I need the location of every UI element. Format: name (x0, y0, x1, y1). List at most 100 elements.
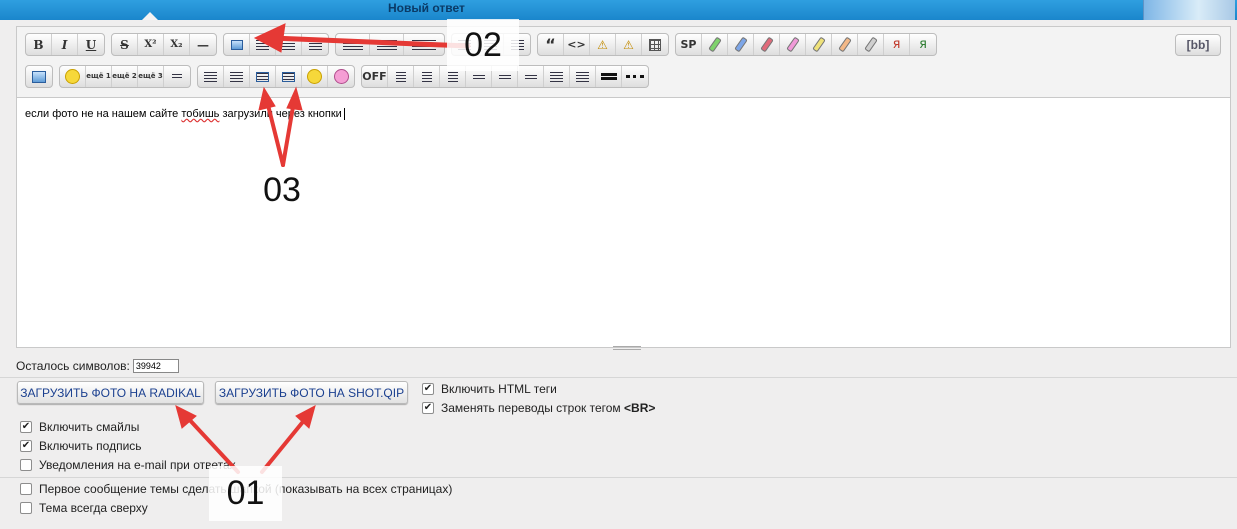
smile-face-icon (307, 69, 322, 84)
preview-icon (32, 70, 46, 83)
message-textarea[interactable]: если фото не на нашем сайте тобишь загру… (17, 97, 1230, 347)
footnote-button[interactable] (388, 66, 414, 87)
bold-button[interactable]: B (26, 34, 52, 55)
spellcheck-red-icon: я (892, 37, 901, 52)
insert-link-button[interactable] (250, 34, 276, 55)
remaining-label: Осталось символов: (16, 359, 130, 373)
video-icon (282, 39, 295, 50)
img-float-left-button[interactable] (250, 66, 276, 87)
font-face-button[interactable] (336, 34, 370, 55)
replace-br-text: Заменять переводы строк тегом (441, 401, 621, 415)
dotted-line-button[interactable] (622, 66, 648, 87)
thick-line-button[interactable] (596, 66, 622, 87)
pen-pink-icon (785, 36, 800, 53)
email-notify-option[interactable]: Уведомления на e-mail при ответах (20, 458, 236, 472)
font-color-icon (412, 39, 436, 50)
enable-html-option[interactable]: ✔ Включить HTML теги (422, 382, 557, 396)
underline-button[interactable]: U (78, 34, 104, 55)
more-smiles-button[interactable] (164, 66, 190, 87)
color-group: SP я я (675, 33, 937, 56)
editor-frame: B I U S X² X₂ — “ <> ⚠ ⚠ SP я я [bb] ещё… (16, 26, 1231, 350)
list-justify-button[interactable] (570, 66, 596, 87)
replace-br-checkbox[interactable]: ✔ (422, 402, 434, 414)
smile-button[interactable] (60, 66, 86, 87)
upload-shot-qip-button[interactable]: ЗАГРУЗИТЬ ФОТО НА SHOT.QIP (215, 381, 408, 404)
off-button[interactable]: OFF (362, 66, 388, 87)
smile-pink-button[interactable] (328, 66, 354, 87)
sp-button[interactable]: SP (676, 34, 702, 55)
spoiler-warning-button[interactable]: ⚠ (590, 34, 616, 55)
italic-button[interactable]: I (52, 34, 78, 55)
img-float-right-button[interactable] (276, 66, 302, 87)
editor-text-misspelled: тобишь (181, 108, 220, 120)
topic-always-top-option[interactable]: Тема всегда сверху (20, 501, 148, 515)
quote-button[interactable]: “ (538, 34, 564, 55)
insert-group: “ <> ⚠ ⚠ (537, 33, 669, 56)
pen-pink-button[interactable] (780, 34, 806, 55)
pen-gray-button[interactable] (858, 34, 884, 55)
toolbar-row-2: ещё 1 ещё 2 ещё 3 OFF (25, 65, 655, 88)
pen-gray-icon (863, 36, 878, 53)
spell-green-button[interactable]: я (910, 34, 936, 55)
hr-button[interactable]: — (190, 34, 216, 55)
insert-image-button[interactable] (224, 34, 250, 55)
resize-grip[interactable] (613, 346, 641, 350)
strike-button[interactable]: S (112, 34, 138, 55)
insert-video-button[interactable] (276, 34, 302, 55)
pen-red-icon (759, 36, 774, 53)
enable-signature-checkbox[interactable]: ✔ (20, 440, 32, 452)
replace-br-option[interactable]: ✔ Заменять переводы строк тегом <BR> (422, 401, 655, 415)
pen-red-button[interactable] (754, 34, 780, 55)
img-left-icon (204, 71, 217, 82)
preview-button[interactable] (26, 66, 52, 87)
topic-always-top-checkbox[interactable] (20, 502, 32, 514)
font-size-button[interactable] (370, 34, 404, 55)
img-center-icon (230, 71, 243, 82)
pen-yellow-icon (811, 36, 826, 53)
spell-red-button[interactable]: я (884, 34, 910, 55)
cite-button[interactable] (414, 66, 440, 87)
more-3-button[interactable]: ещё 3 (138, 66, 164, 87)
list-right-button[interactable] (544, 66, 570, 87)
offtop-button[interactable]: ⚠ (616, 34, 642, 55)
more-icon (172, 73, 182, 80)
img-left-button[interactable] (198, 66, 224, 87)
cite-icon (421, 71, 432, 82)
pen-green-button[interactable] (702, 34, 728, 55)
list-justify-icon (576, 71, 589, 82)
bb-toggle-button[interactable]: [bb] (1175, 34, 1221, 56)
enable-html-label: Включить HTML теги (441, 382, 557, 396)
enable-smileys-checkbox[interactable]: ✔ (20, 421, 32, 433)
img-center-button[interactable] (224, 66, 250, 87)
remaining-count-field (132, 359, 179, 373)
font-color-button[interactable] (404, 34, 444, 55)
subscript-button[interactable]: X₂ (164, 34, 190, 55)
email-notify-checkbox[interactable] (20, 459, 32, 471)
smile-icon (65, 69, 80, 84)
upload-radikal-button[interactable]: ЗАГРУЗИТЬ ФОТО НА RADIKAL (17, 381, 204, 404)
divider-1 (0, 377, 1237, 378)
first-post-sticky-checkbox[interactable] (20, 483, 32, 495)
enable-smileys-option[interactable]: ✔ Включить смайлы (20, 420, 139, 434)
small-3-button[interactable] (518, 66, 544, 87)
bracket-icon (447, 71, 458, 82)
enable-signature-option[interactable]: ✔ Включить подпись (20, 439, 142, 453)
insert-media-button[interactable] (302, 34, 328, 55)
superscript-button[interactable]: X² (138, 34, 164, 55)
topic-always-top-label: Тема всегда сверху (39, 501, 148, 515)
more-1-button[interactable]: ещё 1 (86, 66, 112, 87)
annotation-03: 03 (263, 171, 301, 209)
more-2-button[interactable]: ещё 2 (112, 66, 138, 87)
table-button[interactable] (642, 34, 668, 55)
code-button[interactable]: <> (564, 34, 590, 55)
header-banner-image (1143, 0, 1235, 20)
remaining-chars: Осталось символов: (16, 359, 179, 373)
pen-yellow-button[interactable] (806, 34, 832, 55)
pen-blue-button[interactable] (728, 34, 754, 55)
pen-orange-button[interactable] (832, 34, 858, 55)
script-group: S X² X₂ — (111, 33, 217, 56)
enable-html-checkbox[interactable]: ✔ (422, 383, 434, 395)
annotation-02: 02 (447, 19, 519, 71)
img-float-left-icon (256, 71, 269, 82)
smile-yellow-button[interactable] (302, 66, 328, 87)
